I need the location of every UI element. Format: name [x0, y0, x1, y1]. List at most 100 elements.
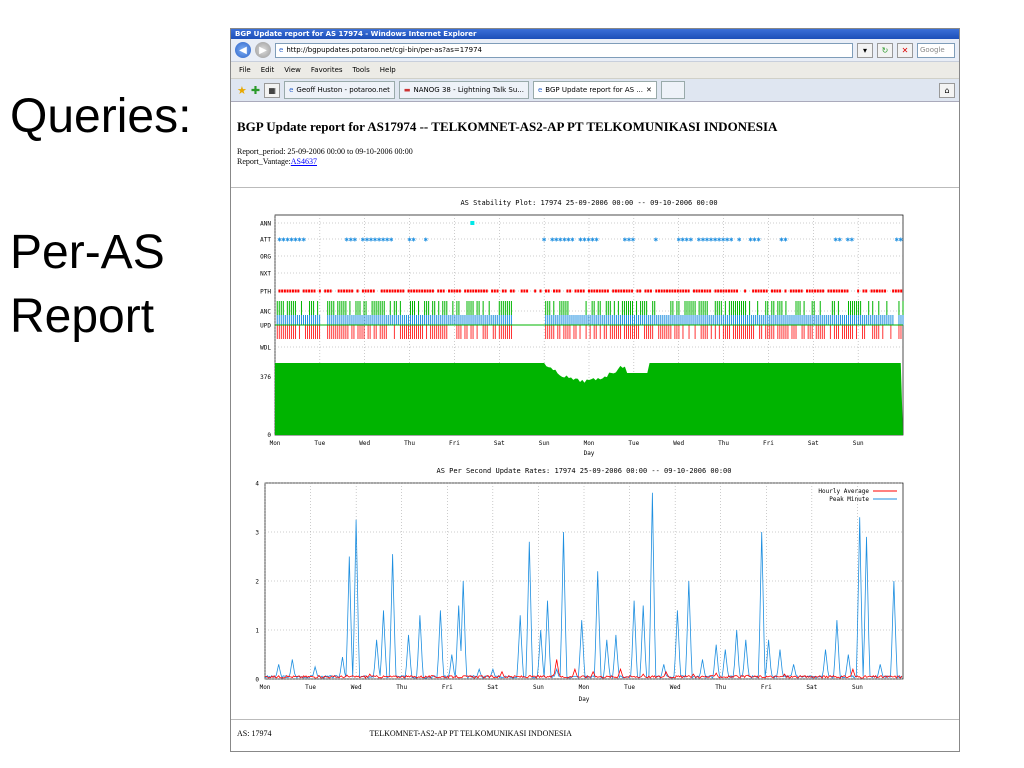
plot1-pth-mark — [458, 289, 461, 293]
plot1-pth-mark — [526, 289, 529, 293]
plot1-green-area — [275, 363, 903, 435]
footer-as: AS: 17974 — [237, 729, 272, 738]
plot1-pth-mark — [326, 289, 329, 293]
plot1-pth-mark — [811, 289, 814, 293]
vantage-link[interactable]: AS4637 — [291, 157, 317, 166]
home-icon[interactable]: ⌂ — [939, 82, 955, 98]
plot1-pth-mark — [369, 289, 372, 293]
plot1-pth-mark — [881, 289, 884, 293]
report-period: Report_period: 25-09-2006 00:00 to 09-10… — [237, 147, 413, 156]
plot1-pth-mark — [429, 289, 432, 293]
plot1-pth-mark — [884, 289, 887, 293]
browser-window: BGP Update report for AS 17974 - Windows… — [230, 28, 960, 752]
plot1-pth-mark — [588, 289, 590, 293]
plot1-pth-mark — [636, 289, 639, 293]
plot1-pth-mark — [674, 289, 677, 293]
plot1-pth-mark — [752, 289, 755, 293]
menu-favorites[interactable]: Favorites — [311, 66, 343, 74]
plot1-pth-mark — [278, 289, 281, 293]
plot1-pth-mark — [504, 289, 507, 293]
plot1-pth-mark — [413, 289, 416, 293]
stop-icon[interactable]: ✕ — [897, 42, 913, 58]
forward-icon[interactable]: ▶ — [255, 42, 271, 58]
plot1-pth-mark — [598, 289, 601, 293]
plot1-pth-mark — [838, 289, 841, 293]
menu-tools[interactable]: Tools — [353, 66, 370, 74]
tab-nanog[interactable]: ▬ NANOG 38 - Lightning Talk Su... — [398, 81, 529, 99]
back-icon[interactable]: ◀ — [235, 42, 251, 58]
plot1-pth-mark — [351, 289, 354, 293]
plot1-x-tick: Sat — [494, 440, 505, 447]
plot1-pth-mark — [795, 289, 798, 293]
plot1-pth-mark — [361, 289, 364, 293]
plot2-legend-label: Hourly Average — [818, 488, 869, 495]
footer-name: TELKOMNET-AS2-AP PT TELKOMUNIKASI INDONE… — [369, 729, 572, 738]
plot1-pth-mark — [832, 289, 835, 293]
plot1-pth-mark — [464, 289, 467, 293]
plot1-pth-mark — [698, 289, 701, 293]
plot1-pth-mark — [808, 289, 811, 293]
plot1-pth-mark — [453, 289, 456, 293]
report-vantage: Report_Vantage:AS4637 — [237, 157, 317, 166]
plot1-x-tick: Mon — [584, 440, 595, 447]
search-input[interactable]: Google — [917, 42, 955, 58]
plot1-pth-mark — [819, 289, 822, 293]
address-row: ◀ ▶ e http://bgpupdates.potaroo.net/cgi-… — [231, 39, 959, 62]
ie-page-icon: e — [289, 86, 294, 94]
close-tab-icon[interactable]: ✕ — [646, 86, 652, 94]
plot1-pth-mark — [733, 289, 736, 293]
plot1-pth-mark — [816, 289, 819, 293]
plot1-att-mark: ✱ — [542, 236, 547, 244]
favorites-star-icon[interactable]: ★ — [237, 84, 247, 97]
plot2-x-tick: Sat — [806, 684, 817, 691]
tab-row: ★ ✚ ▦ e Geoff Huston - potaroo.net ▬ NANOG… — [231, 79, 959, 102]
plot1-pth-mark — [340, 289, 343, 293]
menu-edit[interactable]: Edit — [261, 66, 275, 74]
plot1-pth-mark — [830, 289, 833, 293]
plot2-x-tick: Wed — [351, 684, 362, 691]
plot1-pth-mark — [324, 289, 327, 293]
tab-geoff-huston[interactable]: e Geoff Huston - potaroo.net — [284, 81, 395, 99]
address-bar[interactable]: e http://bgpupdates.potaroo.net/cgi-bin/… — [275, 42, 853, 58]
tab-bgp-report[interactable]: e BGP Update report for AS ... ✕ — [532, 81, 657, 99]
plot1-pth-mark — [644, 289, 647, 293]
plot1-y-tick: 376 — [260, 374, 271, 381]
plot2-x-tick: Thu — [396, 684, 407, 691]
plot1-att-mark: ✱ — [411, 236, 416, 244]
menu-file[interactable]: File — [239, 66, 251, 74]
new-tab[interactable] — [660, 81, 685, 99]
refresh-icon[interactable]: ↻ — [877, 42, 893, 58]
plot1-pth-mark — [380, 289, 383, 293]
plot1-pth-mark — [590, 289, 593, 293]
menu-help[interactable]: Help — [380, 66, 396, 74]
plot1-pth-mark — [313, 289, 316, 293]
plot1-pth-mark — [512, 289, 515, 293]
plot1-pth-mark — [364, 289, 367, 293]
plot1-pth-mark — [345, 289, 348, 293]
plot1-pth-mark — [647, 289, 650, 293]
plot1-pth-mark — [415, 289, 418, 293]
dropdown-arrow-icon[interactable]: ▾ — [857, 42, 873, 58]
plot1-att-mark: ✱ — [389, 236, 394, 244]
plot1-pth-mark — [356, 289, 359, 293]
plot1-att-mark: ✱ — [595, 236, 600, 244]
plot1-pth-mark — [835, 289, 838, 293]
plot1-pth-mark — [421, 289, 424, 293]
plot1-pth-mark — [666, 289, 669, 293]
plot1-pth-mark — [399, 289, 402, 293]
add-favorites-icon[interactable]: ✚ — [251, 84, 260, 97]
plot1-pth-mark — [779, 289, 782, 293]
plot1-x-tick: Sun — [853, 440, 864, 447]
plot1-pth-mark — [617, 289, 620, 293]
menu-view[interactable]: View — [284, 66, 301, 74]
plot1-pth-mark — [289, 289, 292, 293]
plot1-pth-mark — [501, 289, 504, 293]
plot1-att-mark: ✱ — [737, 236, 742, 244]
plot1-pth-mark — [456, 289, 459, 293]
plot1-pth-mark — [840, 289, 843, 293]
quick-tabs-icon[interactable]: ▦ — [264, 82, 281, 98]
plot2-x-tick: Fri — [442, 684, 453, 691]
plot1-pth-mark — [614, 289, 617, 293]
plot1-pth-mark — [281, 289, 284, 293]
plot1-pth-mark — [294, 289, 297, 293]
